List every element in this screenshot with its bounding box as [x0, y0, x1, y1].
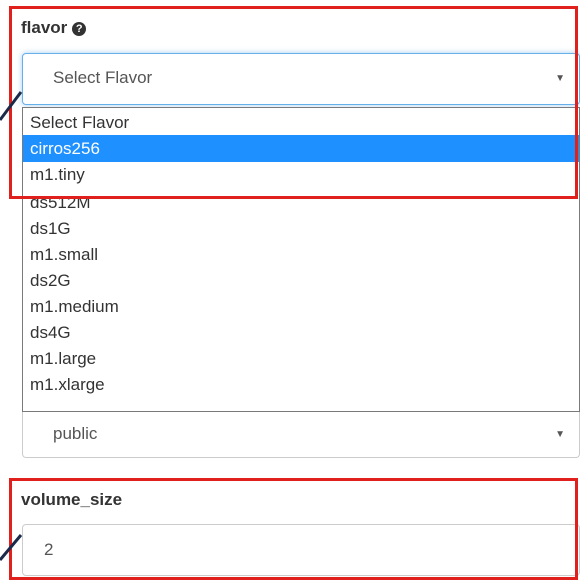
highlight-box-flavor	[9, 6, 578, 199]
flavor-option[interactable]: m1.xlarge	[23, 371, 579, 398]
flavor-option[interactable]: ds1G	[23, 215, 579, 242]
flavor-option[interactable]: ds2G	[23, 267, 579, 294]
flavor-option[interactable]: m1.large	[23, 345, 579, 372]
access-select[interactable]: public ▼	[22, 412, 580, 458]
caret-down-icon: ▼	[555, 429, 565, 440]
flavor-option[interactable]: m1.small	[23, 241, 579, 268]
flavor-option[interactable]: ds4G	[23, 319, 579, 346]
flavor-option[interactable]: m1.medium	[23, 293, 579, 320]
access-select-value: public	[53, 424, 98, 443]
highlight-box-volume-size	[9, 478, 578, 580]
